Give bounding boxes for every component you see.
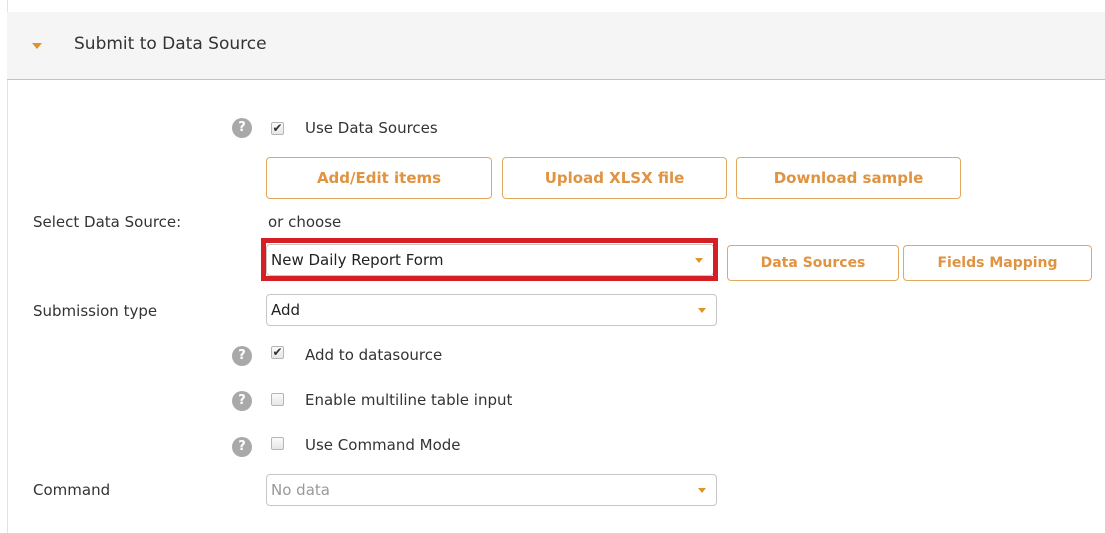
submission-type-label: Submission type [33, 302, 158, 320]
data-sources-button[interactable]: Data Sources [727, 245, 899, 281]
use-command-mode-checkbox[interactable] [271, 437, 284, 450]
add-to-datasource-label: Add to datasource [305, 346, 443, 364]
section-header[interactable]: Submit to Data Source [7, 12, 1105, 80]
highlight-box [261, 238, 718, 281]
or-choose-label: or choose [268, 213, 342, 231]
help-icon[interactable]: ? [232, 346, 252, 366]
help-icon[interactable]: ? [232, 118, 252, 138]
help-icon[interactable]: ? [232, 437, 252, 457]
help-icon[interactable]: ? [232, 391, 252, 411]
command-select[interactable]: No data [266, 474, 717, 506]
collapse-caret-icon[interactable] [32, 43, 42, 49]
chevron-down-icon[interactable] [698, 488, 706, 493]
command-select-value: No data [271, 481, 330, 499]
add-edit-items-button[interactable]: Add/Edit items [266, 157, 492, 199]
use-command-mode-label: Use Command Mode [305, 436, 461, 454]
use-data-sources-checkbox[interactable]: ✔ [271, 122, 284, 135]
download-sample-button[interactable]: Download sample [736, 157, 961, 199]
fields-mapping-button[interactable]: Fields Mapping [903, 245, 1092, 281]
section-title: Submit to Data Source [74, 34, 267, 54]
enable-multiline-checkbox[interactable] [271, 393, 284, 406]
command-label: Command [33, 481, 111, 499]
add-to-datasource-checkbox[interactable]: ✔ [271, 346, 284, 359]
chevron-down-icon[interactable] [698, 308, 706, 313]
submission-type-value: Add [271, 301, 301, 319]
enable-multiline-label: Enable multiline table input [305, 391, 513, 409]
upload-xlsx-button[interactable]: Upload XLSX file [502, 157, 727, 199]
select-data-source-label: Select Data Source: [33, 213, 182, 231]
submission-type-select[interactable]: Add [266, 294, 717, 326]
use-data-sources-label: Use Data Sources [305, 119, 438, 137]
